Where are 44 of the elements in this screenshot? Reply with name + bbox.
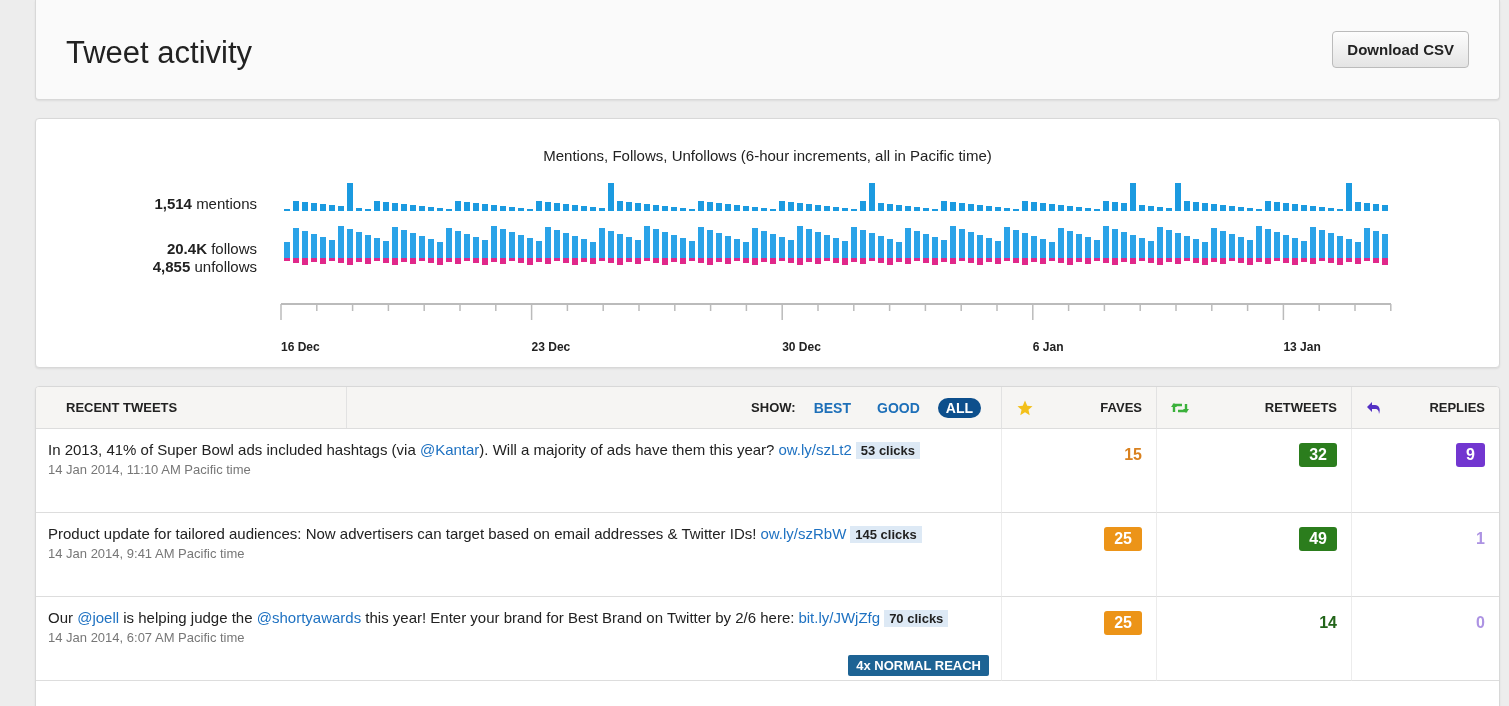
clicks-count: 53 clicks (855, 442, 921, 459)
tweet-text: Product update for tailored audiences: Now advertisers can target based on email addresses & Twitter IDs! ow.ly/szRbW 145 clicks (48, 523, 989, 546)
tweet-time: 14 Jan 2014, 9:41 AM Pacific time (48, 546, 246, 561)
series-label: 20.4K follows (166, 241, 257, 257)
column-header: RETWEETS (1264, 400, 1337, 415)
series-label: 4,855 unfollows (152, 259, 257, 275)
filter-tab[interactable]: ALL (937, 397, 981, 418)
mention-link[interactable]: @Kantar (419, 441, 480, 458)
tweet-link[interactable]: ow.ly/szRbW (760, 525, 847, 542)
column-header: REPLIES (1429, 400, 1485, 415)
count-value: 0 (1476, 613, 1485, 633)
clicks-count: 70 clicks (884, 610, 949, 627)
count-badge: 9 (1456, 443, 1485, 467)
clicks-count: 145 clicks (850, 526, 922, 543)
reach-tag: 4x NORMAL REACH (848, 655, 989, 676)
tweet-text: Our @joell is helping judge the @shortyawards this year! Enter your brand for Best Brand on Twitter by 2/6 here: bit.ly/JWjZfg 70 clicks (48, 607, 989, 630)
series-label: 1,514 mentions (154, 196, 257, 212)
chart-title: Mentions, Follows, Unfollows (6-hour increments, all in Pacific time) (543, 147, 992, 164)
filter-tab[interactable]: GOOD (869, 397, 928, 418)
section-title: RECENT TWEETS (66, 400, 178, 415)
count-value: 14 (1319, 613, 1337, 633)
page-title: Tweet activity (66, 34, 253, 71)
count-value: 1 (1476, 529, 1485, 549)
mention-link[interactable]: @shortyawards (256, 609, 362, 626)
axis-label: 30 Dec (782, 340, 821, 354)
count-value: 15 (1124, 445, 1142, 465)
axis-label: 16 Dec (281, 340, 320, 354)
tweet-link[interactable]: bit.ly/JWjZfg (798, 609, 881, 626)
tweet-time: 14 Jan 2014, 11:10 AM Pacific time (48, 462, 252, 477)
count-badge: 49 (1299, 527, 1337, 551)
tweet-text: In 2013, 41% of Super Bowl ads included hashtags (via @Kantar). Will a majority of ads have them this year? ow.ly/szLt2 53 clicks (48, 439, 989, 462)
axis-label: 6 Jan (1032, 340, 1064, 354)
count-badge: 25 (1104, 527, 1142, 551)
axis-label: 23 Dec (531, 340, 571, 354)
tweet-link[interactable]: ow.ly/szLt2 (778, 441, 852, 458)
axis-label: 13 Jan (1283, 340, 1321, 354)
count-badge: 25 (1104, 611, 1142, 635)
count-badge: 32 (1299, 443, 1337, 467)
tweet-time: 14 Jan 2014, 6:07 AM Pacific time (48, 630, 246, 645)
column-header: FAVES (1100, 400, 1142, 415)
filter-tab[interactable]: BEST (805, 397, 859, 418)
download-csv-button[interactable]: Download CSV (1332, 31, 1469, 68)
mention-link[interactable]: @joell (77, 609, 120, 626)
show-label: SHOW: (751, 400, 796, 415)
